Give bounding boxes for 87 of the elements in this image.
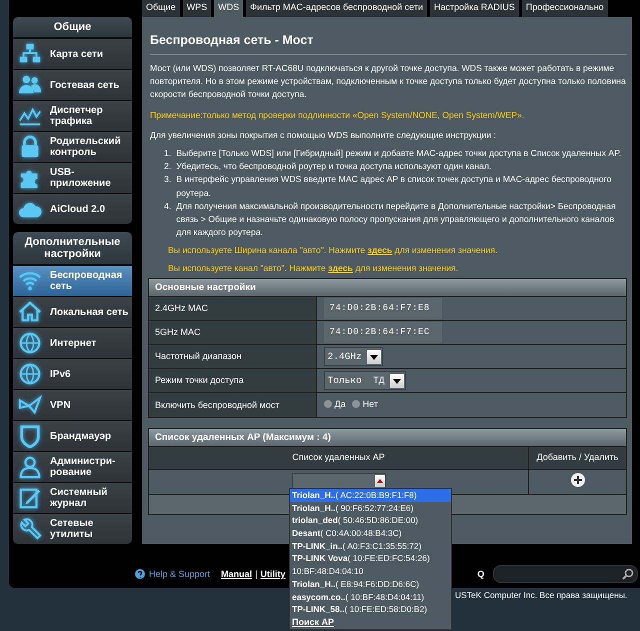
change-link[interactable]: здесь — [328, 263, 353, 274]
tab[interactable]: Настройка RADIUS — [430, 0, 519, 17]
tab[interactable]: Фильтр MAC-адресов беспроводной сети — [246, 0, 428, 17]
vpn-icon — [18, 393, 42, 417]
tab[interactable]: WPS — [182, 0, 212, 17]
sidebar-item[interactable]: Гостевая сеть — [13, 69, 132, 100]
change-link[interactable]: здесь — [368, 245, 392, 256]
section-header: Общие — [13, 17, 132, 38]
input-field[interactable]: 74:D0:2B:64:F7:E8 — [324, 298, 442, 320]
sidebar-item[interactable]: Родительский контроль — [13, 131, 132, 162]
dropdown-item[interactable]: TP-LINK_in..( A0:F3:C1:35:55:72) — [290, 540, 451, 552]
dropdown[interactable]: Только ТД — [324, 371, 406, 390]
footer-link[interactable]: Utility — [260, 569, 286, 579]
sidebar-item[interactable]: Диспетчер трафика — [13, 100, 132, 131]
wifi-icon — [18, 269, 42, 293]
shield-icon — [18, 424, 42, 448]
column-header: Список удаленных AP — [149, 446, 528, 470]
dropdown-item[interactable]: easycom.co..( 10:BF:48:D4:04:11) — [290, 590, 451, 604]
sidebar-item[interactable]: Карта сети — [13, 38, 132, 69]
globe-icon — [18, 362, 42, 386]
step-number: 3. — [164, 173, 172, 186]
step-text: В интерфейс управления WDS введите MAC адрес AP в список точек доступа и MAC-адрес беспроводного роутера. — [176, 173, 612, 200]
tab[interactable]: Профессионально — [522, 0, 608, 17]
step-text: Для получения максимальной производительности перейдите в Дополнительные настройки> Беспроводная связь > Общие и назначьте одинаковую полосу пропускания для управляющего и дополнительного каналов для каждого роутера. — [176, 200, 617, 240]
dropdown-item[interactable]: triolan_ded( 50:46:5D:86:DE:00) — [290, 514, 451, 528]
note-text: Примечание:только метод проверки подлинности «Open System/NONE, Open System/WEP». — [150, 108, 526, 122]
globe-icon — [18, 331, 42, 355]
page-title: Беспроводная сеть - Мост — [150, 32, 627, 55]
description-text: Мост (или WDS) позволяет RT-AC68U подключаться к другой точке доступа. WDS также может работать в режиме повторителя. Но в этом режиме устройствам, подключенным к точке доступа только будет доступна только половина скорости беспроводной точки доступа. — [150, 62, 627, 102]
step-number: 2. — [164, 160, 172, 174]
section-header: Дополнительные настройки — [13, 232, 132, 265]
sidebar-item[interactable]: Интернет — [13, 327, 132, 358]
column-header: Добавить / Удалить — [528, 446, 626, 470]
radio-button[interactable] — [324, 400, 332, 408]
caret-icon[interactable] — [374, 474, 384, 487]
house-icon — [18, 300, 42, 324]
step-text: Выберите [Только WDS] или [Гибридный] режим и добавте MAC-адрес точки доступа в Список удаленных AP. — [176, 147, 622, 160]
dropdown-item[interactable]: 10:BF:48:D4:04:10 — [290, 565, 451, 578]
field-label: 2.4GHz MAC — [149, 296, 316, 321]
section-header: Основные настройки — [149, 279, 626, 296]
sidebar-item[interactable]: IPv6 — [13, 358, 132, 389]
input-field[interactable]: 74:D0:2B:64:F7:EC — [324, 322, 442, 344]
sidebar-item[interactable]: Сетевые утилиты — [13, 513, 132, 544]
wrench-icon — [18, 517, 42, 541]
field-label: Включить беспроводной мост — [149, 392, 316, 417]
combo-field[interactable] — [292, 472, 386, 489]
tab[interactable]: WDS — [214, 0, 244, 17]
dropdown-item[interactable]: TP-LINK Vova( 10:FE:ED:FC:54:26) — [290, 552, 451, 566]
help-link[interactable]: Help & Support — [149, 569, 210, 579]
sidebar-item[interactable]: Локальная сеть — [13, 296, 132, 327]
field-label: Частотный диапазон — [149, 344, 316, 369]
radio-button[interactable] — [352, 400, 360, 408]
help-icon[interactable] — [135, 569, 145, 579]
add-icon[interactable] — [570, 472, 584, 487]
search-field[interactable] — [493, 565, 638, 583]
separator: | — [255, 569, 258, 579]
footer-link[interactable]: Manual — [221, 569, 252, 579]
field-label: 5GHz MAC — [149, 320, 316, 345]
sidebar-item[interactable]: Администри-рование — [13, 451, 132, 482]
sidebar-item[interactable]: AiCloud 2.0 — [13, 193, 132, 224]
dropdown-item[interactable]: Triolan_H..( E8:94:F6:DD:D6:6C) — [290, 578, 451, 590]
instructions-text: Для увеличения зоны покрытия с помощью WDS выполните следующие инструкции : — [150, 128, 498, 142]
sidebar-item[interactable]: Системный журнал — [13, 482, 132, 513]
dropdown-item[interactable]: Desant( C0:4A:00:48:B4:3C) — [290, 527, 451, 540]
dropdown-item[interactable]: TP-LINK_58..( 10:FE:ED:58:D0:B2) — [290, 603, 451, 616]
radio-option[interactable]: Да — [324, 398, 346, 411]
dropdown-item[interactable]: Triolan_H..( AC:22:0B:B9:F1:F8) — [290, 489, 451, 502]
section-header: Список удаленных AP (Максимум : 4) — [149, 428, 626, 446]
search-ap-link[interactable]: Поиск AP — [290, 616, 334, 629]
dropdown[interactable]: 2.4GHz — [324, 347, 383, 366]
radio-option[interactable]: Нет — [352, 398, 378, 411]
copyright-text: USTeK Computer Inc. Все права защищены. — [455, 590, 628, 600]
step-number: 4. — [164, 200, 172, 213]
warning-text: Вы используете Ширина канала "авто". Нажмите здесь для изменения значения. — [168, 244, 499, 258]
field-label: Режим точки доступа — [149, 368, 316, 393]
person-icon — [18, 455, 42, 479]
sidebar-item[interactable]: Беспроводная сеть — [13, 265, 132, 296]
sidebar-item[interactable]: Брандмауэр — [13, 420, 132, 451]
sidebar-item[interactable]: USB-приложение — [13, 162, 132, 193]
faq-link[interactable]: Q — [477, 569, 484, 579]
tab[interactable]: Общие — [142, 0, 180, 17]
notepad-icon — [18, 486, 42, 510]
step-text: Убедитесь, что беспроводной роутер и точка доступа используют один канал. — [176, 160, 492, 174]
sidebar-item[interactable]: VPN — [13, 389, 132, 420]
search-icon[interactable] — [622, 568, 634, 580]
warning-text: Вы используете канал "авто". Нажмите здесь для изменения значения. — [168, 262, 460, 276]
step-number: 1. — [164, 147, 172, 160]
